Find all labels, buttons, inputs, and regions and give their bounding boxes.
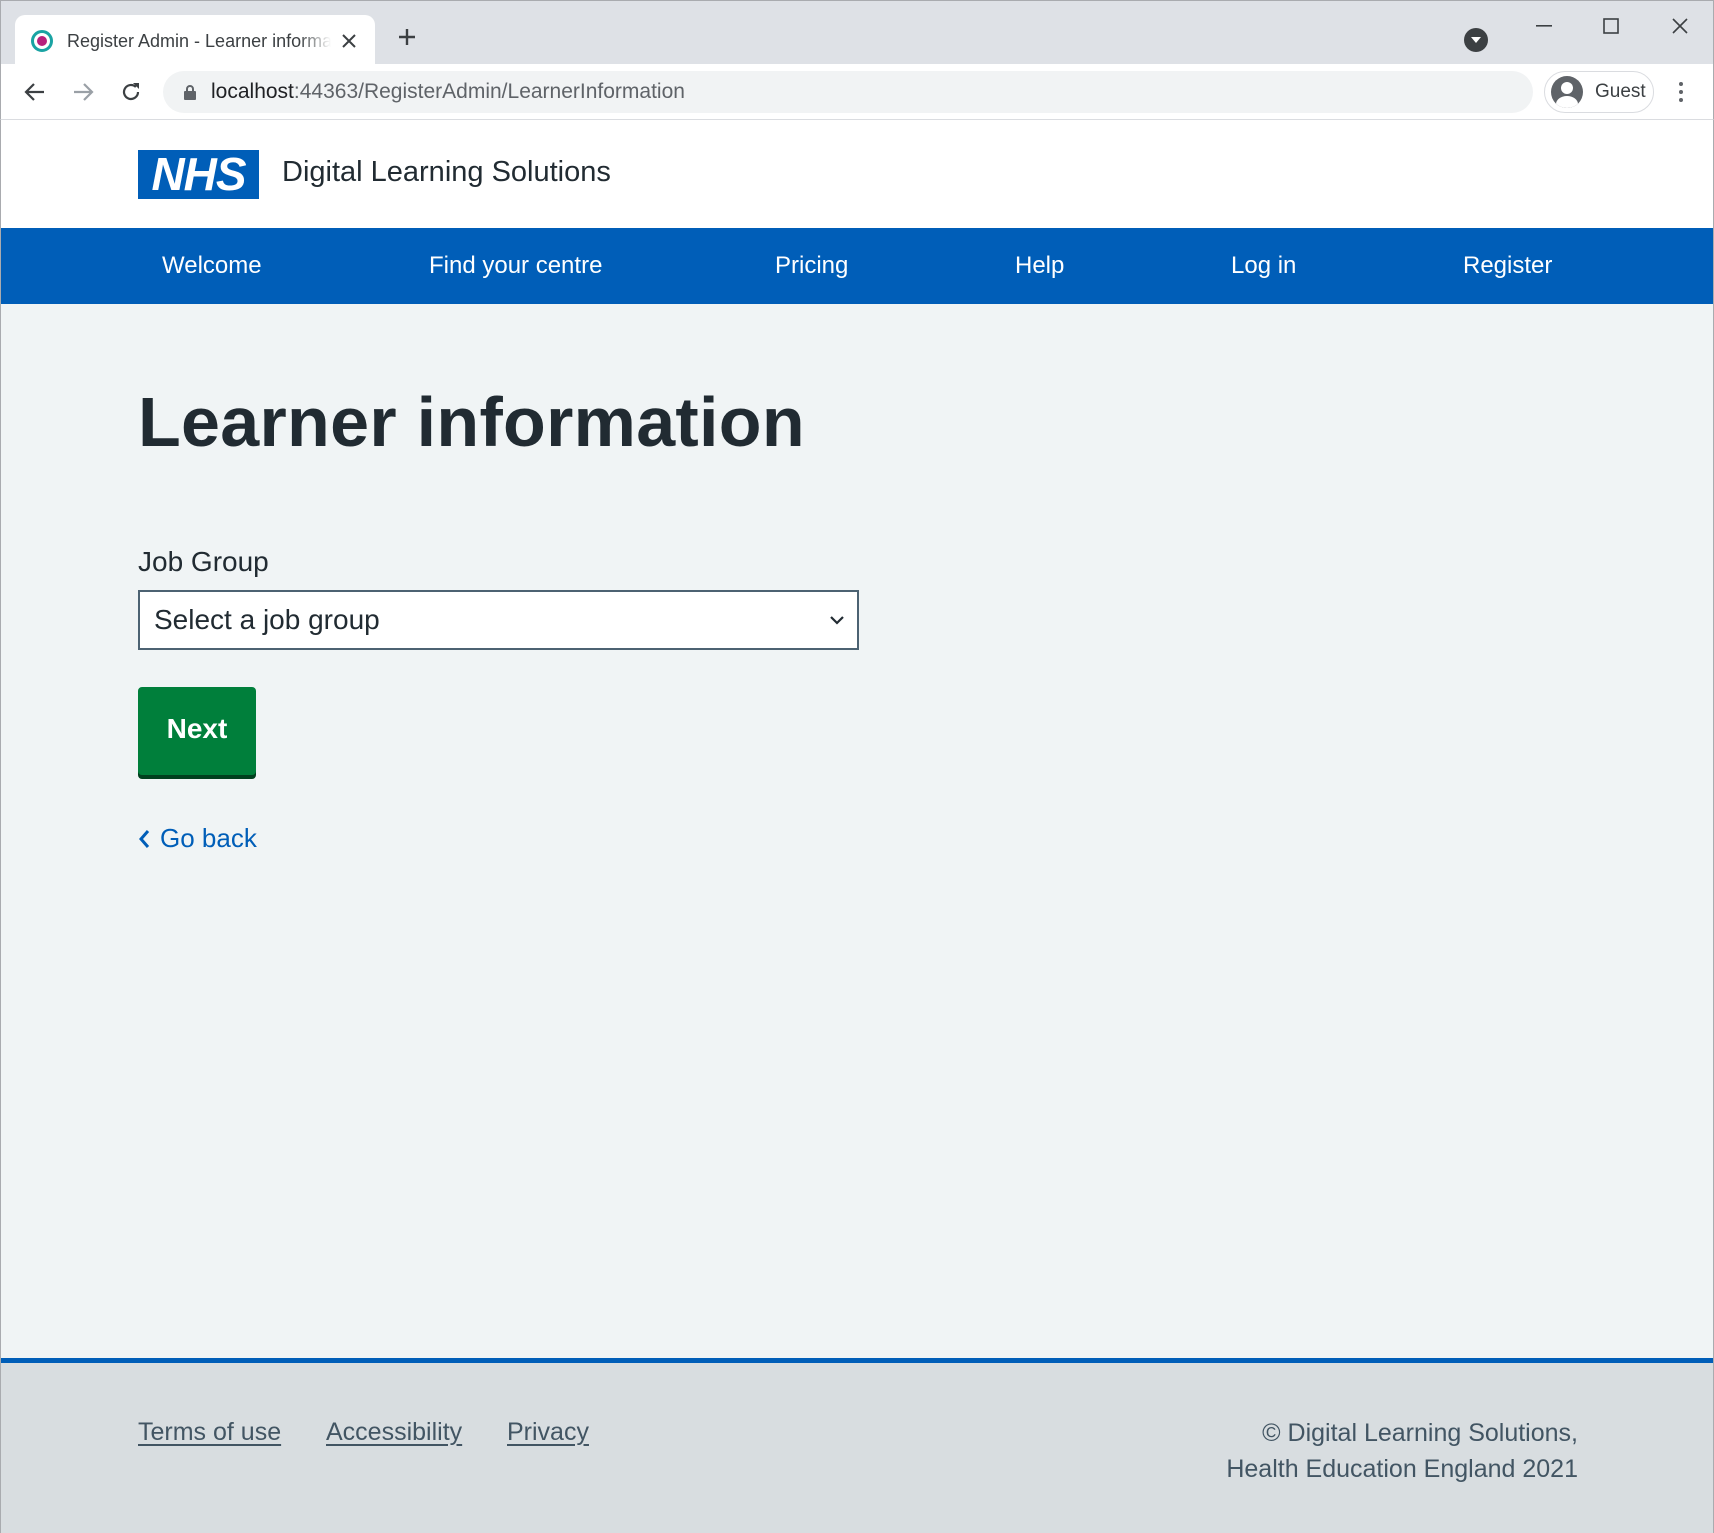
- site-header: NHS Digital Learning Solutions: [1, 120, 1713, 228]
- footer-link-privacy[interactable]: Privacy: [507, 1418, 589, 1447]
- forward-arrow-icon[interactable]: [67, 76, 99, 108]
- nav-item-register[interactable]: Register: [1463, 228, 1552, 304]
- chevron-down-icon: [827, 610, 847, 630]
- nav-item-pricing[interactable]: Pricing: [775, 228, 848, 304]
- chevron-left-icon: [138, 829, 150, 849]
- window-close-icon[interactable]: [1655, 9, 1705, 43]
- go-back-label: Go back: [160, 823, 257, 853]
- copyright-line-1: © Digital Learning Solutions,: [1262, 1419, 1578, 1447]
- next-button[interactable]: Next: [138, 687, 256, 775]
- reload-icon[interactable]: [115, 76, 147, 108]
- service-name[interactable]: Digital Learning Solutions: [282, 156, 611, 189]
- copyright-line-2: Health Education England 2021: [1226, 1455, 1578, 1483]
- site-favicon-icon: [31, 30, 53, 52]
- footer-link-terms[interactable]: Terms of use: [138, 1418, 281, 1447]
- copyright-text: © Digital Learning Solutions, Health Edu…: [1226, 1415, 1578, 1487]
- browser-menu-icon[interactable]: [1669, 76, 1693, 108]
- profile-button[interactable]: Guest: [1544, 71, 1654, 113]
- back-arrow-icon[interactable]: [19, 76, 51, 108]
- job-group-selected-value: Select a job group: [154, 604, 380, 635]
- nhs-logo[interactable]: NHS: [138, 150, 259, 199]
- nav-item-log-in[interactable]: Log in: [1231, 228, 1296, 304]
- lock-icon: [183, 84, 197, 100]
- nav-item-help[interactable]: Help: [1015, 228, 1064, 304]
- primary-navigation: Welcome Find your centre Pricing Help Lo…: [1, 228, 1713, 304]
- page-viewport: NHS Digital Learning Solutions Welcome F…: [0, 120, 1714, 1533]
- job-group-select[interactable]: Select a job group: [138, 590, 859, 650]
- browser-tab-strip: Register Admin - Learner information: [0, 0, 1714, 67]
- profile-label: Guest: [1595, 81, 1646, 102]
- minimize-icon[interactable]: [1519, 9, 1569, 43]
- tab-close-icon[interactable]: [337, 29, 361, 53]
- nav-item-welcome[interactable]: Welcome: [162, 228, 262, 304]
- browser-tab[interactable]: Register Admin - Learner information: [15, 15, 375, 67]
- footer-link-accessibility[interactable]: Accessibility: [326, 1418, 462, 1447]
- avatar-icon: [1551, 76, 1583, 108]
- page-title: Learner information: [138, 383, 805, 461]
- maximize-icon[interactable]: [1586, 9, 1636, 43]
- nav-item-find-your-centre[interactable]: Find your centre: [429, 228, 602, 304]
- go-back-link[interactable]: Go back: [138, 823, 257, 854]
- browser-toolbar: localhost:44363/RegisterAdmin/LearnerInf…: [0, 64, 1714, 120]
- tab-search-icon[interactable]: [1464, 28, 1488, 52]
- tab-title: Register Admin - Learner information: [67, 30, 331, 51]
- url-text: localhost:44363/RegisterAdmin/LearnerInf…: [211, 80, 685, 103]
- new-tab-icon[interactable]: [393, 23, 421, 51]
- address-bar[interactable]: localhost:44363/RegisterAdmin/LearnerInf…: [163, 71, 1533, 113]
- site-footer: Terms of use Accessibility Privacy © Dig…: [1, 1358, 1713, 1533]
- job-group-label: Job Group: [138, 546, 269, 577]
